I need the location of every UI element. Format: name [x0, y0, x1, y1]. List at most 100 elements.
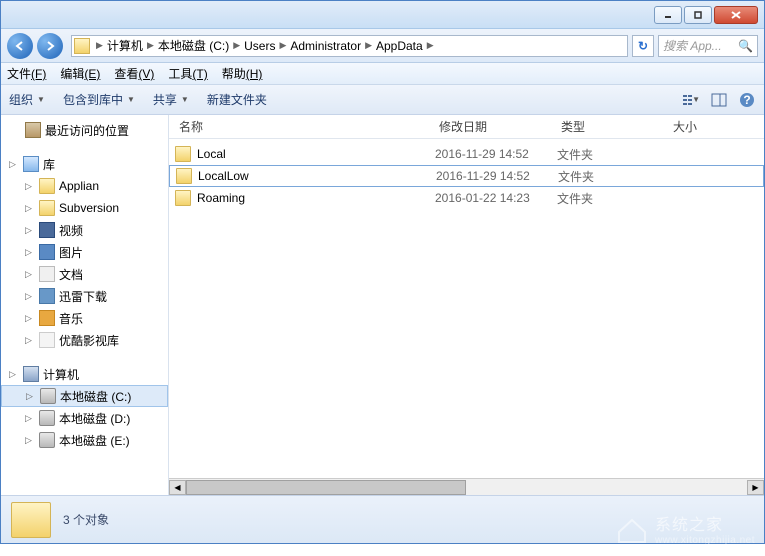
tree-computer[interactable]: ▷计算机 [1, 363, 168, 385]
expander-icon[interactable]: ▷ [25, 335, 35, 346]
libraries-icon [23, 156, 39, 172]
refresh-button[interactable]: ↻ [632, 35, 654, 57]
folder-icon [74, 38, 90, 54]
minimize-button[interactable] [654, 6, 682, 24]
tree-drive-d[interactable]: ▷本地磁盘 (D:) [1, 407, 168, 429]
tree-drive-e[interactable]: ▷本地磁盘 (E:) [1, 429, 168, 451]
expander-icon[interactable]: ▷ [25, 203, 35, 214]
include-in-library-button[interactable]: 包含到库中 ▼ [63, 91, 135, 108]
chevron-right-icon[interactable]: ▶ [94, 40, 105, 51]
tree-recent-places[interactable]: 最近访问的位置 [1, 119, 168, 141]
scroll-right-button[interactable]: ▶ [747, 480, 764, 495]
scroll-thumb[interactable] [186, 480, 466, 495]
expander-icon[interactable]: ▷ [26, 391, 36, 402]
toolbar: 组织 ▼ 包含到库中 ▼ 共享 ▼ 新建文件夹 ▼ ? [1, 85, 764, 115]
address-bar[interactable]: ▶ 计算机 ▶ 本地磁盘 (C:) ▶ Users ▶ Administrato… [71, 35, 628, 57]
scroll-track[interactable] [186, 480, 747, 495]
menu-tools[interactable]: 工具(T) [168, 65, 207, 82]
documents-icon [39, 266, 55, 282]
svg-text:?: ? [743, 93, 750, 107]
column-header-name[interactable]: 名称 [175, 118, 435, 135]
music-icon [39, 310, 55, 326]
column-header-size[interactable]: 大小 [669, 118, 764, 135]
file-row-local[interactable]: Local 2016-11-29 14:52 文件夹 [169, 143, 764, 165]
expander-icon[interactable]: ▷ [25, 247, 35, 258]
tree-lib-pictures[interactable]: ▷图片 [1, 241, 168, 263]
horizontal-scrollbar[interactable]: ◀ ▶ [169, 478, 764, 495]
column-header-date[interactable]: 修改日期 [435, 118, 557, 135]
file-list[interactable]: Local 2016-11-29 14:52 文件夹 LocalLow 2016… [169, 139, 764, 478]
expander-icon[interactable]: ▷ [25, 435, 35, 446]
expander-icon[interactable]: ▷ [25, 225, 35, 236]
search-icon[interactable]: 🔍 [738, 39, 753, 53]
folder-icon [175, 190, 191, 206]
chevron-down-icon: ▼ [127, 95, 135, 104]
content-pane: 名称 修改日期 类型 大小 Local 2016-11-29 14:52 文件夹… [169, 115, 764, 495]
search-placeholder: 搜索 App... [663, 37, 722, 54]
folder-large-icon [11, 502, 51, 538]
menu-bar: 文件(F) 编辑(E) 查看(V) 工具(T) 帮助(H) [1, 63, 764, 85]
expander-icon[interactable]: ▷ [25, 291, 35, 302]
expander-icon[interactable]: ▷ [25, 181, 35, 192]
download-icon [39, 288, 55, 304]
help-button[interactable]: ? [738, 91, 756, 109]
breadcrumb-users[interactable]: Users [242, 39, 277, 53]
menu-help[interactable]: 帮助(H) [222, 65, 263, 82]
breadcrumb-administrator[interactable]: Administrator [288, 39, 363, 53]
column-headers: 名称 修改日期 类型 大小 [169, 115, 764, 139]
preview-pane-button[interactable] [710, 91, 728, 109]
expander-icon[interactable]: ▷ [25, 313, 35, 324]
tree-lib-thunder[interactable]: ▷迅雷下载 [1, 285, 168, 307]
share-button[interactable]: 共享 ▼ [153, 91, 189, 108]
expander-icon[interactable]: ▷ [9, 369, 19, 380]
breadcrumb-appdata[interactable]: AppData [374, 39, 425, 53]
view-options-button[interactable]: ▼ [682, 91, 700, 109]
expander-icon[interactable]: ▷ [9, 159, 19, 170]
expander-icon[interactable]: ▷ [25, 413, 35, 424]
chevron-right-icon[interactable]: ▶ [145, 40, 156, 51]
search-input[interactable]: 搜索 App... 🔍 [658, 35, 758, 57]
breadcrumb-computer[interactable]: 计算机 [105, 37, 145, 54]
back-button[interactable] [7, 33, 33, 59]
tree-lib-music[interactable]: ▷音乐 [1, 307, 168, 329]
file-row-roaming[interactable]: Roaming 2016-01-22 14:23 文件夹 [169, 187, 764, 209]
folder-icon [39, 178, 55, 194]
chevron-right-icon[interactable]: ▶ [231, 40, 242, 51]
menu-view[interactable]: 查看(V) [114, 65, 154, 82]
tree-lib-subversion[interactable]: ▷Subversion [1, 197, 168, 219]
navigation-tree[interactable]: 最近访问的位置 ▷库 ▷Applian ▷Subversion ▷视频 ▷图片 … [1, 115, 169, 495]
tree-lib-videos[interactable]: ▷视频 [1, 219, 168, 241]
breadcrumb-drive-c[interactable]: 本地磁盘 (C:) [156, 37, 231, 54]
column-header-type[interactable]: 类型 [557, 118, 669, 135]
tree-lib-documents[interactable]: ▷文档 [1, 263, 168, 285]
close-button[interactable] [714, 6, 758, 24]
folder-icon [176, 168, 192, 184]
chevron-down-icon: ▼ [37, 95, 45, 104]
navigation-bar: ▶ 计算机 ▶ 本地磁盘 (C:) ▶ Users ▶ Administrato… [1, 29, 764, 63]
expander-icon[interactable]: ▷ [25, 269, 35, 280]
chevron-right-icon[interactable]: ▶ [277, 40, 288, 51]
new-folder-button[interactable]: 新建文件夹 [207, 91, 267, 108]
chevron-right-icon[interactable]: ▶ [363, 40, 374, 51]
chevron-down-icon: ▼ [692, 95, 700, 104]
status-text: 3 个对象 [63, 511, 109, 528]
scroll-left-button[interactable]: ◀ [169, 480, 186, 495]
maximize-button[interactable] [684, 6, 712, 24]
file-row-locallow[interactable]: LocalLow 2016-11-29 14:52 文件夹 [169, 165, 764, 187]
tree-drive-c[interactable]: ▷本地磁盘 (C:) [1, 385, 168, 407]
tree-lib-youku[interactable]: ▷优酷影视库 [1, 329, 168, 351]
drive-icon [39, 410, 55, 426]
computer-icon [23, 366, 39, 382]
titlebar [1, 1, 764, 29]
folder-icon [39, 200, 55, 216]
menu-edit[interactable]: 编辑(E) [60, 65, 100, 82]
chevron-right-icon[interactable]: ▶ [425, 40, 436, 51]
organize-button[interactable]: 组织 ▼ [9, 91, 45, 108]
tree-lib-applian[interactable]: ▷Applian [1, 175, 168, 197]
status-bar: 3 个对象 [1, 495, 764, 543]
menu-file[interactable]: 文件(F) [7, 65, 46, 82]
folder-icon [175, 146, 191, 162]
drive-icon [40, 388, 56, 404]
tree-libraries[interactable]: ▷库 [1, 153, 168, 175]
forward-button[interactable] [37, 33, 63, 59]
